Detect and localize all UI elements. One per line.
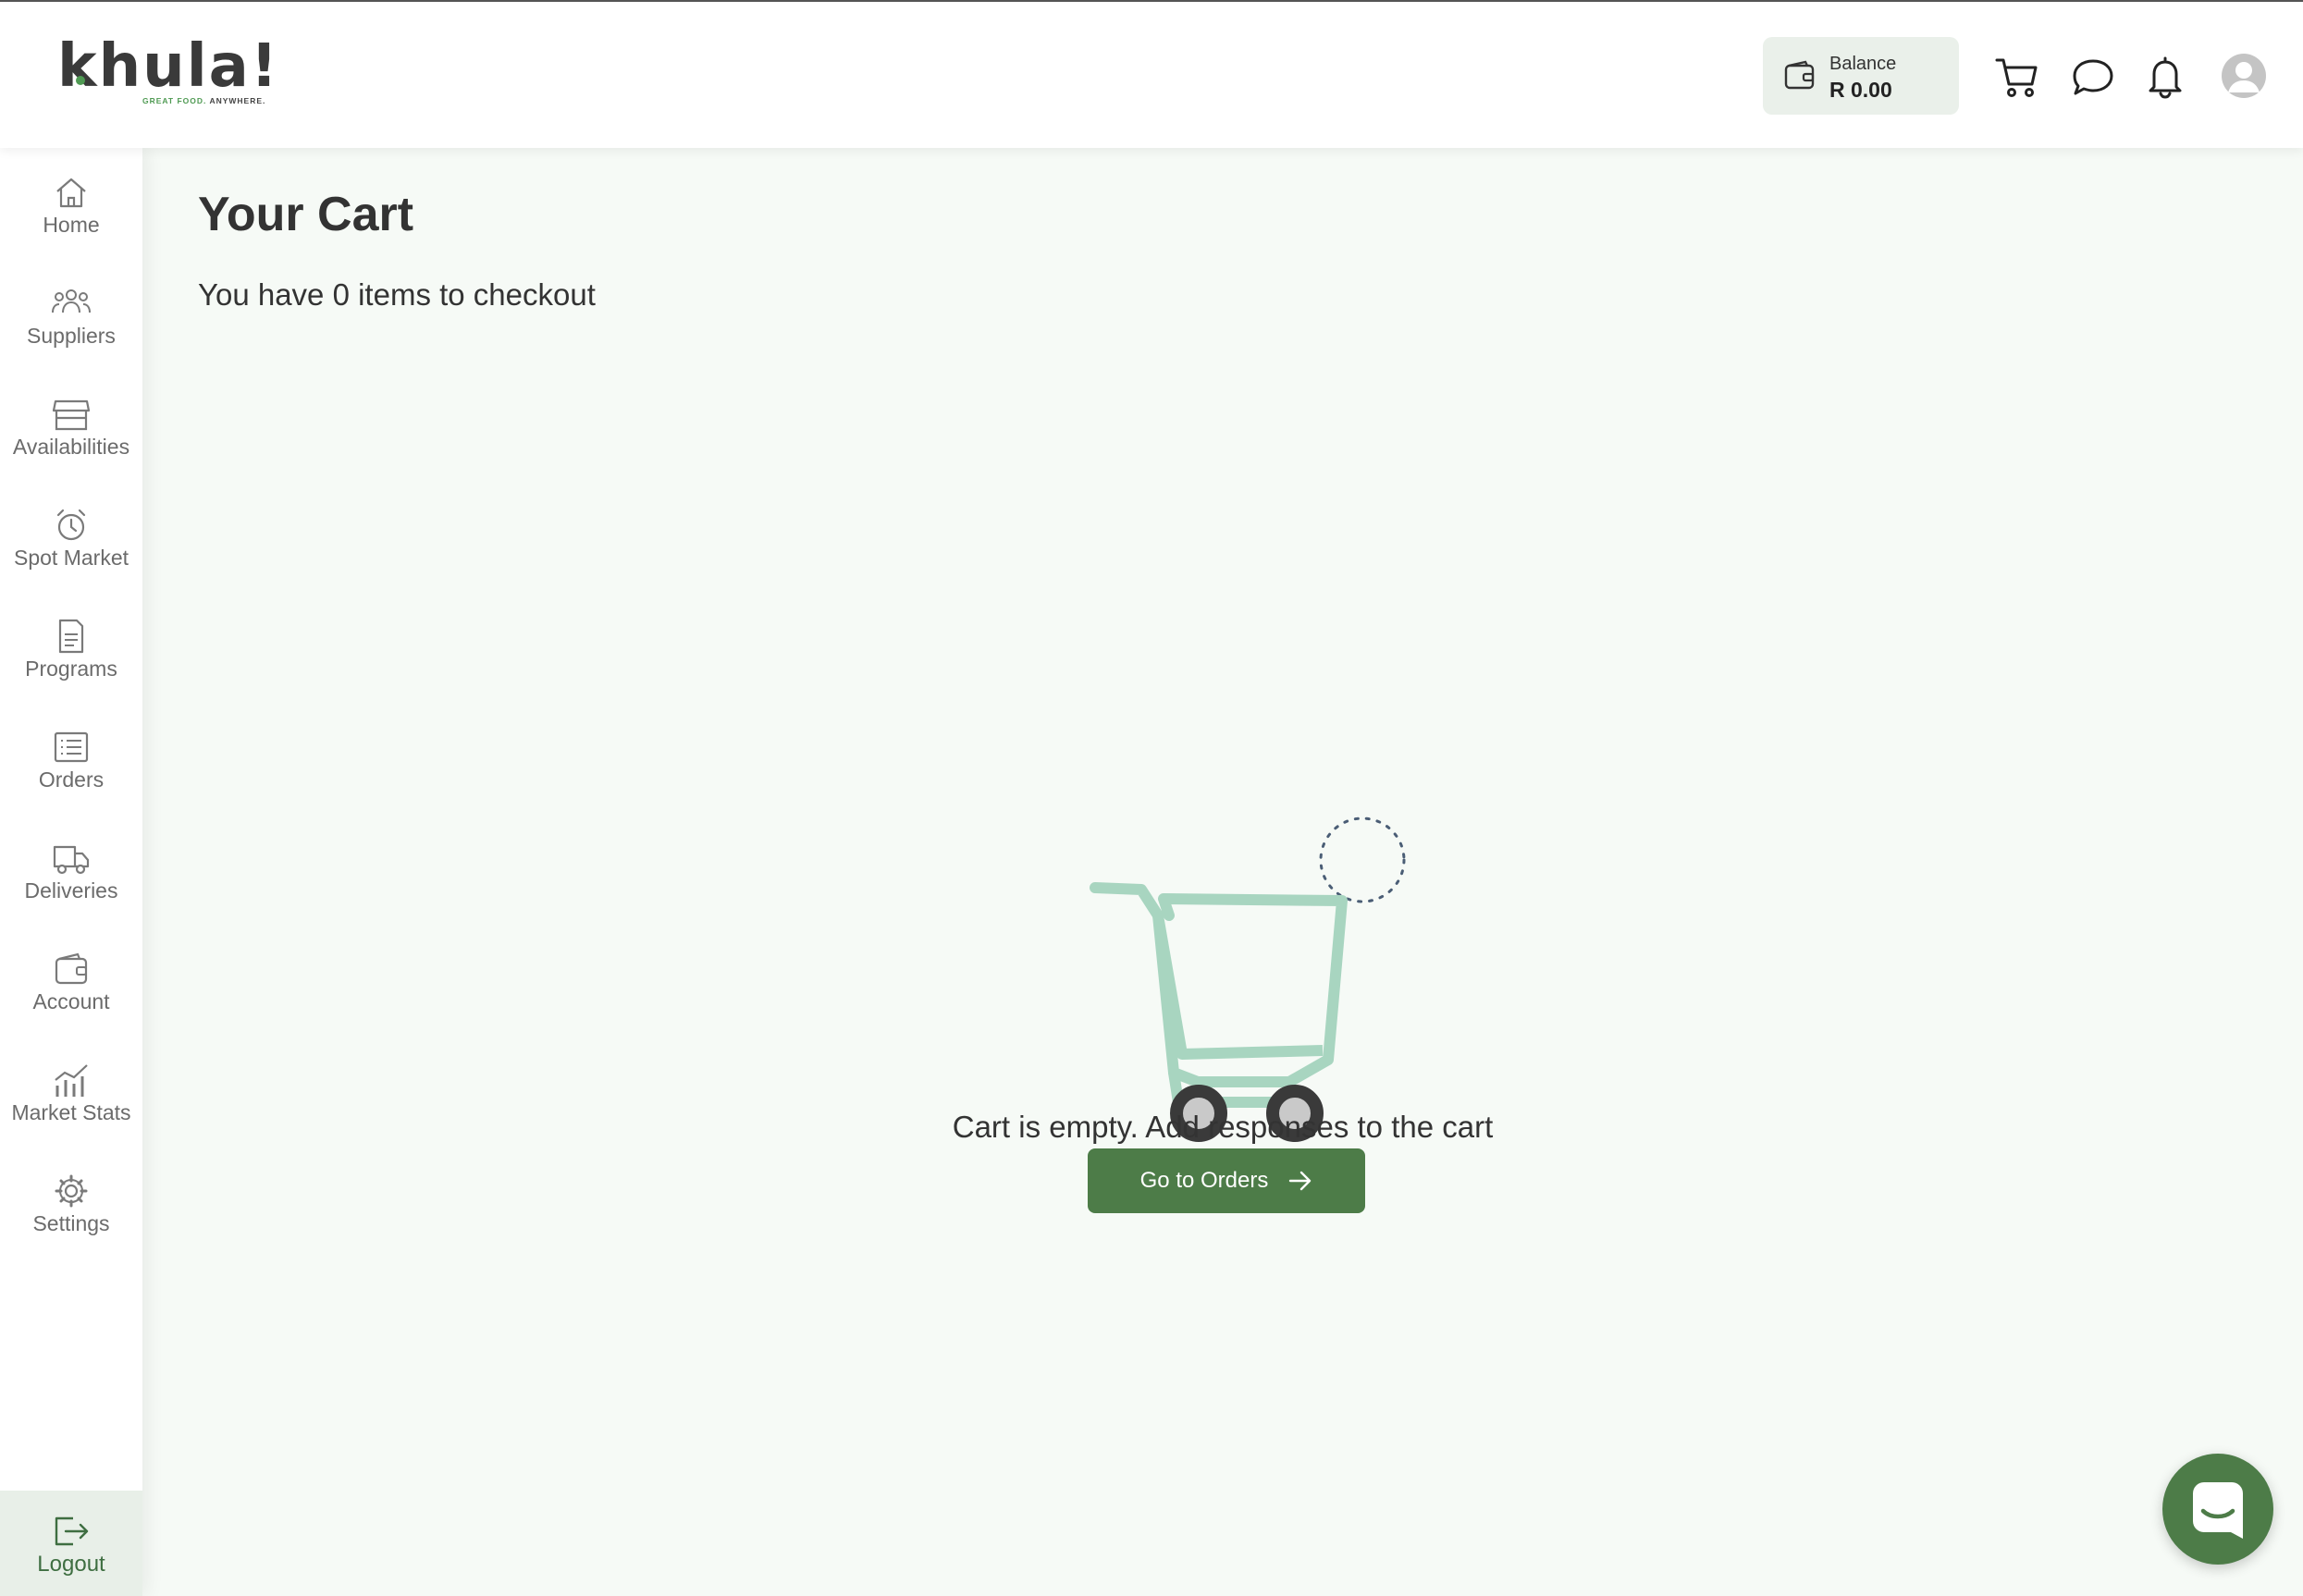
- khula-logo[interactable]: khula! GREAT FOOD. ANYWHERE.: [57, 35, 277, 109]
- balance-widget[interactable]: Balance R 0.00: [1763, 37, 1959, 115]
- sidebar-item-label: Market Stats: [11, 1100, 131, 1124]
- top-header: khula! GREAT FOOD. ANYWHERE. Balance R 0…: [0, 2, 2303, 148]
- chat-icon[interactable]: [2070, 54, 2116, 100]
- sidebar-item-availabilities[interactable]: Availabilities: [0, 396, 142, 488]
- gear-icon: [55, 1174, 88, 1208]
- chart-icon: [55, 1064, 88, 1097]
- store-icon: [52, 399, 91, 431]
- logo-dot: [76, 76, 85, 85]
- sidebar-item-programs[interactable]: Programs: [0, 618, 142, 710]
- logout-button[interactable]: Logout: [0, 1491, 142, 1596]
- logo-tagline: GREAT FOOD. ANYWHERE.: [142, 96, 266, 105]
- avatar-icon[interactable]: [2222, 54, 2266, 98]
- arrow-right-icon: [1289, 1171, 1312, 1191]
- sidebar-item-account[interactable]: Account: [0, 951, 142, 1043]
- list-icon: [54, 731, 89, 763]
- go-to-orders-label: Go to Orders: [1139, 1168, 1269, 1193]
- sidebar-item-label: Settings: [32, 1211, 110, 1235]
- main-content: Your Cart You have 0 items to checkout C…: [142, 148, 2303, 1596]
- sidebar-item-label: Suppliers: [27, 324, 116, 348]
- sidebar: Home Suppliers Availabilities Spot Marke…: [0, 148, 142, 1596]
- sidebar-item-orders[interactable]: Orders: [0, 729, 142, 821]
- users-icon: [52, 289, 91, 313]
- cart-icon[interactable]: [1994, 54, 2040, 100]
- wallet-icon: [1784, 60, 1815, 90]
- balance-value: R 0.00: [1829, 78, 1892, 102]
- sidebar-item-label: Account: [32, 989, 110, 1013]
- document-icon: [58, 619, 84, 654]
- logo-wordmark: khula!: [57, 32, 279, 101]
- sidebar-item-label: Availabilities: [12, 435, 130, 459]
- sidebar-item-label: Deliveries: [24, 878, 118, 902]
- sidebar-item-spot-market[interactable]: Spot Market: [0, 507, 142, 599]
- go-to-orders-button[interactable]: Go to Orders: [1088, 1148, 1365, 1213]
- empty-cart-message: Cart is empty. Add responses to the cart: [952, 1110, 1494, 1144]
- sidebar-item-home[interactable]: Home: [0, 174, 142, 266]
- sidebar-item-market-stats[interactable]: Market Stats: [0, 1062, 142, 1154]
- sidebar-item-label: Orders: [38, 767, 105, 792]
- support-chat-button[interactable]: [2162, 1454, 2273, 1565]
- chat-widget-icon: [2193, 1482, 2243, 1539]
- bell-icon[interactable]: [2142, 54, 2188, 100]
- page-title: Your Cart: [198, 188, 414, 241]
- sidebar-item-label: Programs: [25, 657, 117, 681]
- wallet-icon: [55, 952, 88, 985]
- truck-icon: [53, 845, 90, 875]
- alarm-clock-icon: [56, 509, 86, 541]
- sidebar-item-label: Spot Market: [14, 546, 129, 570]
- sidebar-item-suppliers[interactable]: Suppliers: [0, 285, 142, 377]
- home-icon: [56, 178, 86, 208]
- logout-icon: [55, 1516, 89, 1546]
- sidebar-item-settings[interactable]: Settings: [0, 1172, 142, 1265]
- balance-label: Balance: [1829, 54, 1897, 74]
- sidebar-item-label: Home: [43, 213, 100, 237]
- logout-label: Logout: [37, 1552, 105, 1577]
- items-count-text: You have 0 items to checkout: [198, 277, 596, 312]
- sidebar-item-deliveries[interactable]: Deliveries: [0, 840, 142, 932]
